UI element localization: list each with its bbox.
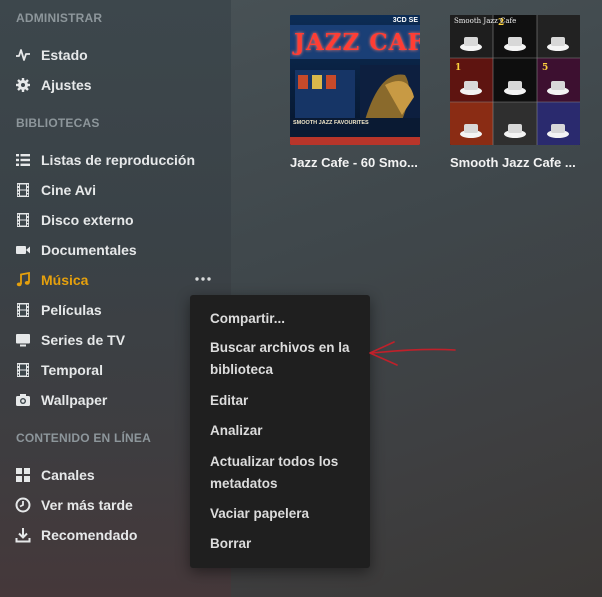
video-camera-icon	[15, 242, 31, 258]
section-title-libraries: BIBLIOTECAS	[16, 116, 100, 130]
album-card[interactable]: JAZZ CAFE 3CD SE SMOOTH JAZZ FAVOURITES …	[290, 15, 420, 170]
sidebar-item-ajustes[interactable]: Ajustes	[0, 71, 231, 99]
sidebar-item-label: Películas	[41, 302, 102, 318]
activity-icon	[15, 47, 31, 63]
menu-item-vaciar-papelera[interactable]: Vaciar papelera	[210, 503, 309, 525]
sidebar-item-documentales[interactable]: Documentales	[0, 236, 231, 264]
sidebar-item-label: Recomendado	[41, 527, 138, 543]
grid-icon	[15, 467, 31, 483]
sidebar-item-listas[interactable]: Listas de reproducción	[0, 146, 231, 174]
album-cover[interactable]: 125 Smooth Jazz Cafe	[450, 15, 580, 145]
gear-icon	[15, 77, 31, 93]
list-icon	[15, 152, 31, 168]
sidebar-item-label: Ajustes	[41, 77, 92, 93]
sidebar-item-label: Disco externo	[41, 212, 134, 228]
camera-icon	[15, 392, 31, 408]
album-card[interactable]: 125 Smooth Jazz Cafe Smooth Jazz Cafe ..…	[450, 15, 580, 170]
sidebar-item-label: Documentales	[41, 242, 137, 258]
sidebar-item-label: Música	[41, 272, 89, 288]
music-note-icon	[15, 272, 31, 288]
sidebar-item-label: Canales	[41, 467, 95, 483]
film-icon	[15, 182, 31, 198]
clock-icon	[15, 497, 31, 513]
library-context-menu: Compartir... Buscar archivos en la bibli…	[190, 295, 370, 568]
sidebar-item-label: Temporal	[41, 362, 103, 378]
sidebar-item-label: Wallpaper	[41, 392, 108, 408]
album-cover[interactable]: JAZZ CAFE 3CD SE SMOOTH JAZZ FAVOURITES	[290, 15, 420, 145]
album-cover-badge: 3CD SE	[392, 17, 418, 24]
monitor-icon	[15, 332, 31, 348]
menu-item-buscar-archivos[interactable]: Buscar archivos en la biblioteca	[210, 337, 360, 381]
menu-item-borrar[interactable]: Borrar	[210, 533, 251, 555]
sidebar-item-label: Cine Avi	[41, 182, 96, 198]
menu-item-compartir[interactable]: Compartir...	[210, 308, 285, 330]
sidebar-item-disco-externo[interactable]: Disco externo	[0, 206, 231, 234]
film-icon	[15, 362, 31, 378]
section-title-online: CONTENIDO EN LÍNEA	[16, 431, 151, 445]
svg-text:5: 5	[542, 63, 548, 73]
section-title-admin: ADMINISTRAR	[16, 11, 103, 25]
album-title[interactable]: Smooth Jazz Cafe ...	[450, 155, 580, 170]
menu-item-analizar[interactable]: Analizar	[210, 420, 263, 442]
album-cover-text: Smooth Jazz Cafe	[454, 17, 517, 25]
annotation-arrow	[369, 341, 456, 366]
sidebar-item-label: Listas de reproducción	[41, 152, 196, 168]
download-icon	[15, 527, 31, 543]
sidebar-item-cine-avi[interactable]: Cine Avi	[0, 176, 231, 204]
album-cover-text: JAZZ CAFE	[294, 29, 420, 56]
sidebar-item-estado[interactable]: Estado	[0, 41, 231, 69]
menu-item-actualizar-metadatos[interactable]: Actualizar todos los metadatos	[210, 451, 350, 495]
film-icon	[15, 212, 31, 228]
film-icon	[15, 302, 31, 318]
album-title[interactable]: Jazz Cafe - 60 Smo...	[290, 155, 420, 170]
sidebar-item-label: Estado	[41, 47, 88, 63]
sidebar-item-label: Ver más tarde	[41, 497, 133, 513]
more-dots-icon[interactable]	[193, 270, 213, 288]
svg-text:1: 1	[455, 63, 461, 73]
sidebar-item-label: Series de TV	[41, 332, 126, 348]
album-cover-subtitle: SMOOTH JAZZ FAVOURITES	[293, 120, 369, 126]
menu-item-editar[interactable]: Editar	[210, 390, 248, 412]
